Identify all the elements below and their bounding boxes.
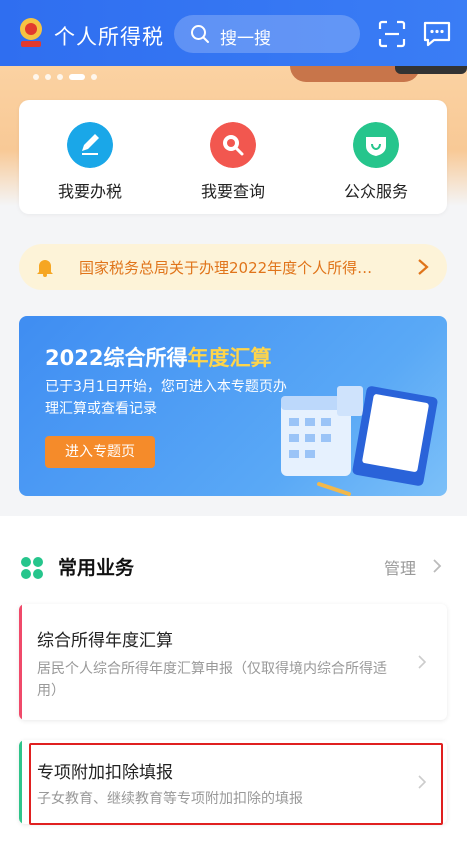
card-title: 综合所得年度汇算 <box>37 631 173 651</box>
search-icon <box>191 25 209 43</box>
card-description: 居民个人综合所得年度汇算申报（仅取得境内综合所得适用） <box>37 661 387 699</box>
carousel-dot-active <box>69 74 85 80</box>
top-bar: 个人所得税 搜一搜 <box>0 0 467 66</box>
card-accent-bar <box>19 740 22 824</box>
pen-icon <box>67 122 113 168</box>
quick-action-file-tax[interactable]: 我要办税 <box>19 100 161 214</box>
chevron-right-icon <box>418 259 429 275</box>
scan-icon[interactable] <box>378 20 406 48</box>
search-placeholder: 搜一搜 <box>220 29 271 49</box>
promo-title-highlight: 年度汇算 <box>187 346 272 370</box>
quick-action-public-service[interactable]: 公众服务 <box>305 100 447 214</box>
carousel-indicator <box>33 74 97 80</box>
quick-action-label: 我要查询 <box>200 182 265 201</box>
calendar-illustration-icon <box>281 386 438 496</box>
search-icon <box>210 122 256 168</box>
banner-decoration-dark <box>395 66 467 74</box>
service-card-annual-settlement[interactable]: 综合所得年度汇算 居民个人综合所得年度汇算申报（仅取得境内综合所得适用） <box>19 604 447 720</box>
promo-description: 已于3月1日开始，您可进入本专题页办理汇算或查看记录 <box>45 379 287 417</box>
quick-action-label: 我要办税 <box>57 182 122 201</box>
app-title: 个人所得税 <box>54 25 164 49</box>
message-icon[interactable] <box>422 20 452 48</box>
manage-link[interactable]: 管理 <box>384 555 416 579</box>
carousel-dot <box>33 74 39 80</box>
section-title: 常用业务 <box>58 557 135 579</box>
notice-bar[interactable]: 国家税务总局关于办理2022年度个人所得… <box>19 244 447 290</box>
bell-icon <box>37 260 53 277</box>
card-accent-bar <box>19 604 22 720</box>
chevron-right-icon <box>418 655 427 669</box>
grid-icon <box>21 557 43 579</box>
promo-title: 2022综合所得年度汇算 <box>45 346 272 370</box>
quick-actions-card: 我要办税 我要查询 公众服务 <box>19 100 447 214</box>
highlight-box <box>29 743 443 825</box>
quick-action-query[interactable]: 我要查询 <box>162 100 304 214</box>
search-bar[interactable]: 搜一搜 <box>174 15 360 53</box>
quick-action-label: 公众服务 <box>343 182 408 201</box>
notice-text: 国家税务总局关于办理2022年度个人所得… <box>79 259 373 277</box>
promo-banner[interactable]: 2022综合所得年度汇算 已于3月1日开始，您可进入本专题页办理汇算或查看记录 … <box>19 316 447 496</box>
carousel-dot <box>57 74 63 80</box>
chevron-right-icon[interactable] <box>432 558 442 574</box>
tax-emblem-icon <box>20 18 42 47</box>
carousel-dot <box>91 74 97 80</box>
carousel-dot <box>45 74 51 80</box>
enter-topic-button[interactable]: 进入专题页 <box>45 436 155 468</box>
shield-icon <box>353 122 399 168</box>
